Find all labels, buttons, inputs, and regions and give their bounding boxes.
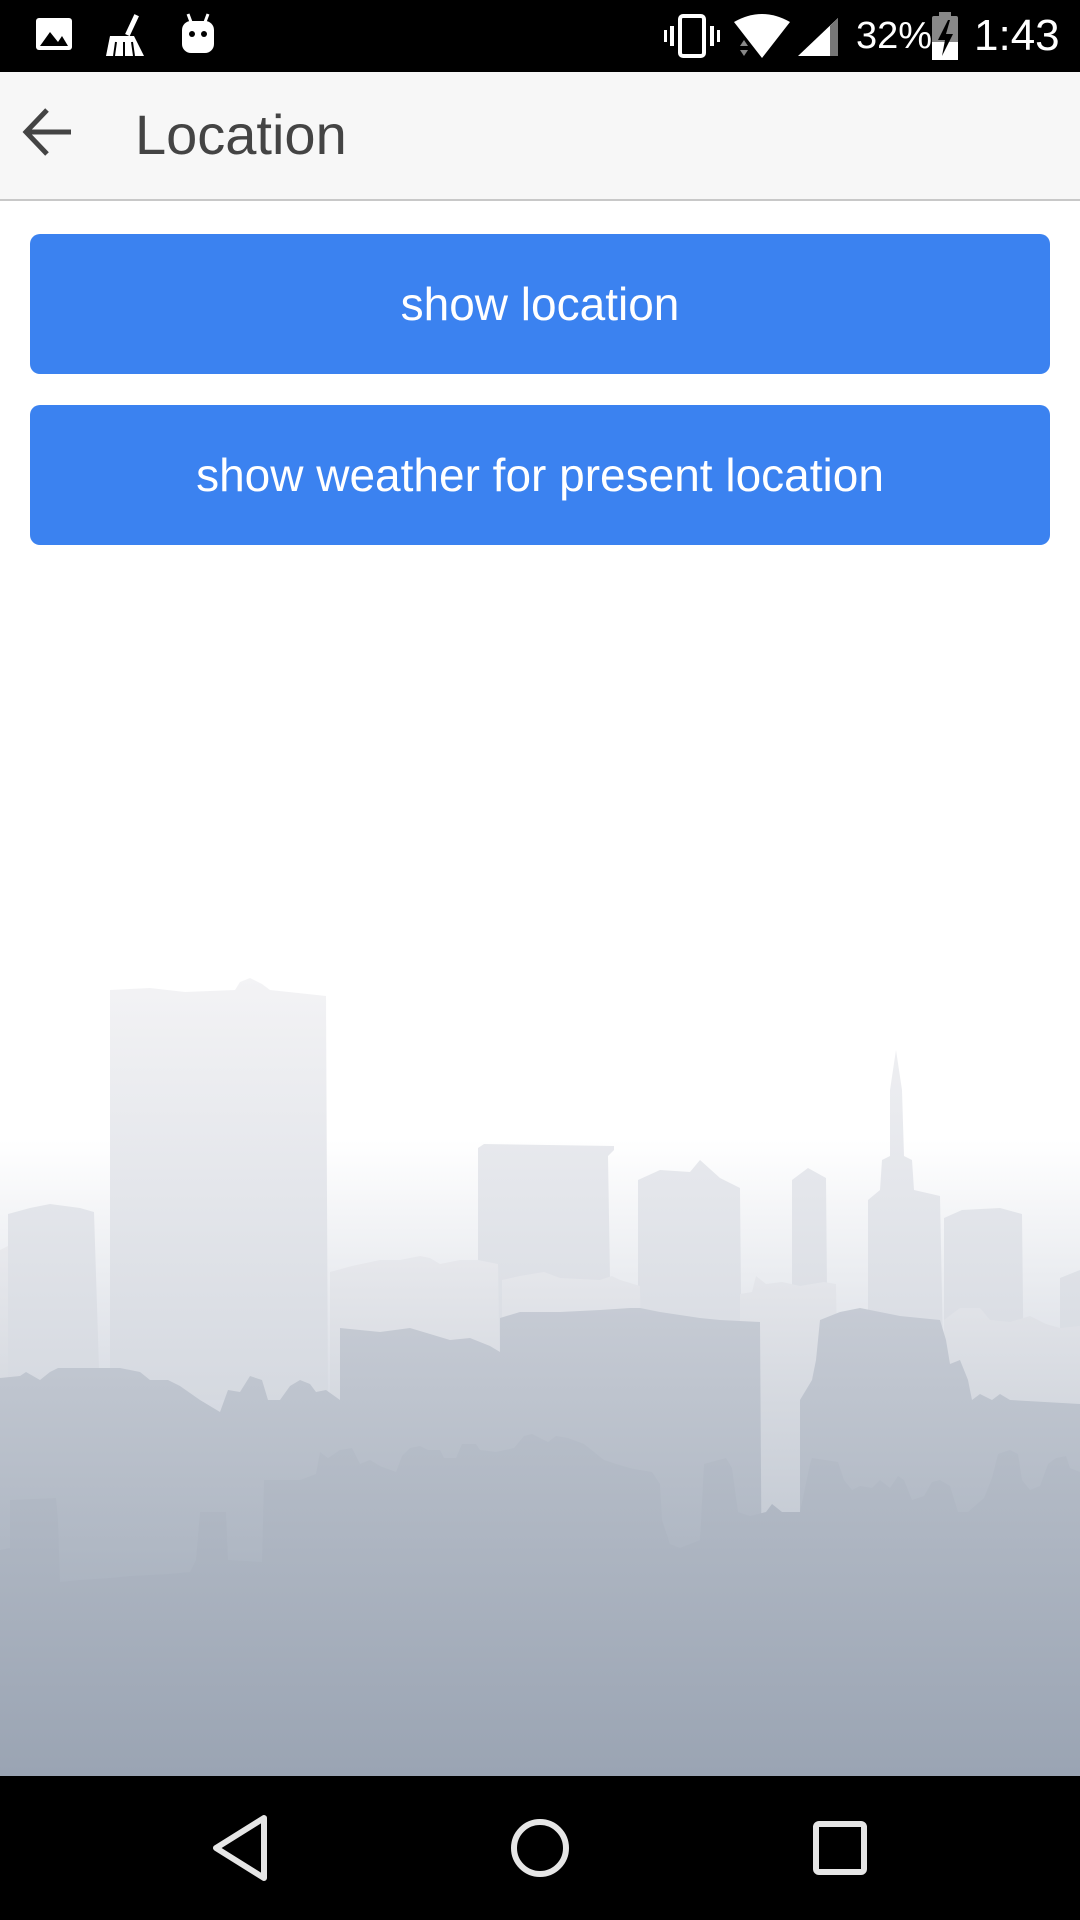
city-skyline-illustration xyxy=(0,960,1080,1776)
battery-percent: 32% xyxy=(856,15,933,57)
page-title: Location xyxy=(135,103,347,166)
show-location-button[interactable]: show location xyxy=(30,234,1050,374)
recents-square-icon[interactable] xyxy=(800,1808,880,1888)
broom-icon xyxy=(106,14,144,57)
battery-charging-icon xyxy=(932,12,958,60)
home-circle-icon[interactable] xyxy=(500,1808,580,1888)
cell-signal-icon xyxy=(798,18,838,56)
app-bar: Location xyxy=(0,72,1080,201)
clock: 1:43 xyxy=(974,11,1060,60)
back-button[interactable] xyxy=(12,96,84,168)
status-bar: 32% 1:43 xyxy=(0,0,1080,72)
wifi-icon xyxy=(734,14,790,58)
vibrate-icon xyxy=(664,14,720,58)
back-triangle-icon[interactable] xyxy=(202,1808,282,1888)
image-icon xyxy=(36,18,72,50)
android-icon xyxy=(182,13,214,53)
navigation-bar xyxy=(0,1776,1080,1920)
arrow-back-icon xyxy=(22,108,71,156)
show-weather-button[interactable]: show weather for present location xyxy=(30,405,1050,545)
